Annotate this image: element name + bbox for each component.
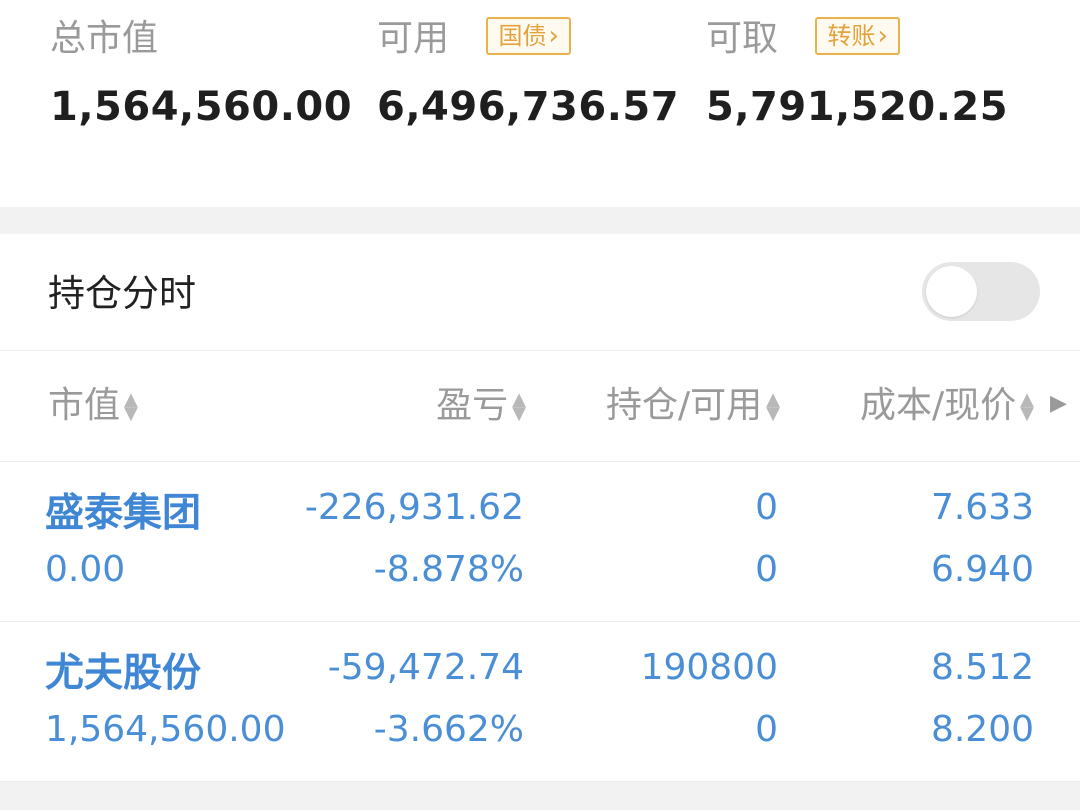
holdings-header: 持仓分时 bbox=[0, 234, 1080, 351]
sort-icon: ▲ ▼ bbox=[124, 389, 138, 424]
chevron-right-icon: › bbox=[877, 21, 888, 51]
toggle-knob bbox=[926, 266, 977, 317]
withdrawable-label: 可取 bbox=[706, 18, 779, 59]
stock-name: 尤夫股份 bbox=[45, 651, 202, 696]
column-profit-loss[interactable]: 盈亏 ▲ ▼ bbox=[436, 384, 526, 428]
column-position-available-label: 持仓/可用 bbox=[606, 385, 763, 426]
available-amount: 6,496,736.57 bbox=[377, 84, 680, 130]
holdings-column-headers: 市值 ▲ ▼ 盈亏 ▲ ▼ 持仓/可用 ▲ ▼ 成本/现价 ▲ ▼ ▶ bbox=[0, 351, 1080, 462]
total-market-value-amount: 1,564,560.00 bbox=[50, 84, 353, 130]
transfer-label: 转账 bbox=[827, 22, 876, 50]
profit-loss-percent: -3.662% bbox=[373, 709, 524, 750]
profit-loss-percent: -8.878% bbox=[373, 549, 524, 590]
stock-name: 盛泰集团 bbox=[45, 491, 202, 536]
chevron-right-icon: › bbox=[548, 21, 559, 51]
column-profit-loss-label: 盈亏 bbox=[436, 385, 509, 426]
position: 0 bbox=[755, 487, 778, 528]
market-value: 1,564,560.00 bbox=[45, 709, 286, 750]
section-divider bbox=[0, 207, 1080, 234]
bottom-divider bbox=[0, 782, 1080, 810]
column-cost-price-label: 成本/现价 bbox=[860, 385, 1017, 426]
transfer-button[interactable]: 转账› bbox=[815, 17, 900, 55]
cost-price: 8.512 bbox=[930, 647, 1034, 688]
column-market-value-label: 市值 bbox=[48, 385, 121, 426]
column-cost-price[interactable]: 成本/现价 ▲ ▼ bbox=[860, 384, 1034, 428]
holdings-intraday-toggle[interactable] bbox=[922, 262, 1040, 321]
available-quantity: 0 bbox=[755, 709, 778, 750]
position: 190800 bbox=[640, 647, 778, 688]
sort-icon: ▲ ▼ bbox=[512, 389, 526, 424]
treasury-bond-button[interactable]: 国债› bbox=[486, 17, 571, 55]
current-price: 8.200 bbox=[930, 709, 1034, 750]
treasury-bond-label: 国债 bbox=[498, 22, 547, 50]
holding-row[interactable]: 盛泰集团 0.00 -226,931.62 -8.878% 0 0 7.633 … bbox=[0, 462, 1080, 622]
available-quantity: 0 bbox=[755, 549, 778, 590]
cost-price: 7.633 bbox=[930, 487, 1034, 528]
account-summary: 总市值 1,564,560.00 可用 国债› 6,496,736.57 可取 … bbox=[0, 0, 1080, 207]
current-price: 6.940 bbox=[930, 549, 1034, 590]
total-market-value-label: 总市值 bbox=[50, 18, 159, 59]
available-label: 可用 bbox=[377, 18, 450, 59]
market-value: 0.00 bbox=[45, 549, 126, 590]
withdrawable-amount: 5,791,520.25 bbox=[706, 84, 1009, 130]
column-market-value[interactable]: 市值 ▲ ▼ bbox=[48, 384, 138, 428]
profit-loss: -226,931.62 bbox=[304, 487, 524, 528]
column-position-available[interactable]: 持仓/可用 ▲ ▼ bbox=[606, 384, 780, 428]
profit-loss: -59,472.74 bbox=[327, 647, 524, 688]
sort-icon: ▲ ▼ bbox=[1020, 389, 1034, 424]
holding-row[interactable]: 尤夫股份 1,564,560.00 -59,472.74 -3.662% 190… bbox=[0, 622, 1080, 782]
sort-icon: ▲ ▼ bbox=[766, 389, 780, 424]
holdings-title: 持仓分时 bbox=[48, 272, 196, 315]
scroll-right-arrow-icon[interactable]: ▶ bbox=[1050, 389, 1067, 419]
